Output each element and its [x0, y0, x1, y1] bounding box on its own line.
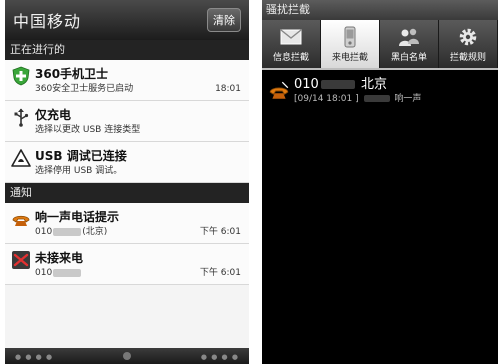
- blocked-call-number-line: 010 北京: [294, 76, 498, 93]
- usb-icon: [14, 108, 29, 127]
- people-icon: [399, 28, 419, 46]
- ring-once-phone-icon: [12, 215, 30, 226]
- carrier-name: 中国移动: [13, 12, 82, 31]
- notification-360-security[interactable]: 360手机卫士 360安全卫士服务已启动 18:01: [5, 60, 249, 101]
- redacted-number: [53, 268, 82, 277]
- tab-label: 拦截规则: [449, 52, 486, 63]
- redacted-detail: [363, 95, 390, 102]
- notification-title: USB 调试已连接: [35, 149, 127, 163]
- notification-ring-once[interactable]: 响一声电话提示 010 (北京) 下午 6:01: [5, 203, 249, 244]
- blocked-call-detail-line: [09/14 18:01 ] 响一声: [294, 93, 498, 105]
- phone-icon: [344, 26, 356, 47]
- notification-missed-call[interactable]: 未接来电 010 下午 6:01: [5, 244, 249, 285]
- notification-time: 下午 6:01: [199, 268, 241, 278]
- phone-number-prefix: 010: [35, 227, 53, 237]
- shade-drag-handle[interactable]: ● ● ● ● ● ● ● ●: [5, 348, 249, 364]
- tab-call-block[interactable]: 来电拦截: [321, 20, 380, 68]
- app-title: 骚扰拦截: [262, 0, 498, 20]
- tab-label: 信息拦截: [272, 52, 309, 63]
- handle-knob: [123, 352, 131, 360]
- envelope-icon: [280, 28, 302, 44]
- call-type: 响一声: [394, 94, 422, 104]
- tab-black-white-list[interactable]: 黑白名单: [380, 20, 439, 68]
- shield-icon: [12, 66, 30, 86]
- tab-label: 黑白名单: [390, 52, 427, 63]
- missed-call-icon: [12, 251, 30, 269]
- grip-dots-left: ● ● ● ●: [15, 353, 54, 361]
- grip-dots-right: ● ● ● ●: [200, 353, 239, 361]
- notify-header: 通知: [5, 183, 249, 203]
- phone-location: 北京: [360, 77, 387, 92]
- notification-subtitle: 360安全卫士服务已启动: [35, 84, 134, 94]
- notification-usb-debug[interactable]: USB 调试已连接 选择停用 USB 调试。: [5, 142, 249, 183]
- phone-number-prefix: 010: [35, 268, 53, 278]
- phone-location: (北京): [82, 227, 108, 237]
- warning-icon: [11, 149, 31, 167]
- ongoing-header: 正在进行的: [5, 40, 249, 60]
- notification-title: 360手机卫士: [35, 67, 109, 81]
- phone-number-prefix: 010: [294, 77, 319, 92]
- notification-time: 18:01: [215, 84, 241, 94]
- call-datetime: [09/14 18:01 ]: [294, 94, 359, 104]
- notification-time: 下午 6:01: [199, 227, 241, 237]
- blocked-call-row[interactable]: 010 北京 [09/14 18:01 ] 响一声: [262, 76, 498, 110]
- tab-bar: 信息拦截 来电拦截 黑白名单 拦截规则: [262, 20, 498, 70]
- tab-sms-block[interactable]: 信息拦截: [262, 20, 321, 68]
- ring-once-phone-icon: [269, 81, 289, 99]
- notification-subtitle: 选择停用 USB 调试。: [35, 166, 123, 176]
- notification-subtitle: 选择以更改 USB 连接类型: [35, 125, 141, 135]
- notification-title: 仅充电: [35, 108, 72, 122]
- tab-label: 来电拦截: [331, 52, 368, 63]
- tab-block-rules[interactable]: 拦截规则: [439, 20, 498, 68]
- clear-button[interactable]: 清除: [207, 8, 241, 32]
- notification-usb-charge[interactable]: 仅充电 选择以更改 USB 连接类型: [5, 101, 249, 142]
- gear-icon: [459, 28, 477, 45]
- redacted-number: [53, 227, 82, 236]
- notification-shade: 中国移动 清除 正在进行的 360手机卫士 360安全卫士服务已启动 18:01…: [5, 0, 249, 364]
- redacted-number: [320, 80, 355, 89]
- carrier-bar: 中国移动 清除: [5, 0, 249, 40]
- harassment-block-app: 骚扰拦截 信息拦截 来电拦截 黑白名单 拦截规则 010 北京 [09/14 1…: [262, 0, 498, 364]
